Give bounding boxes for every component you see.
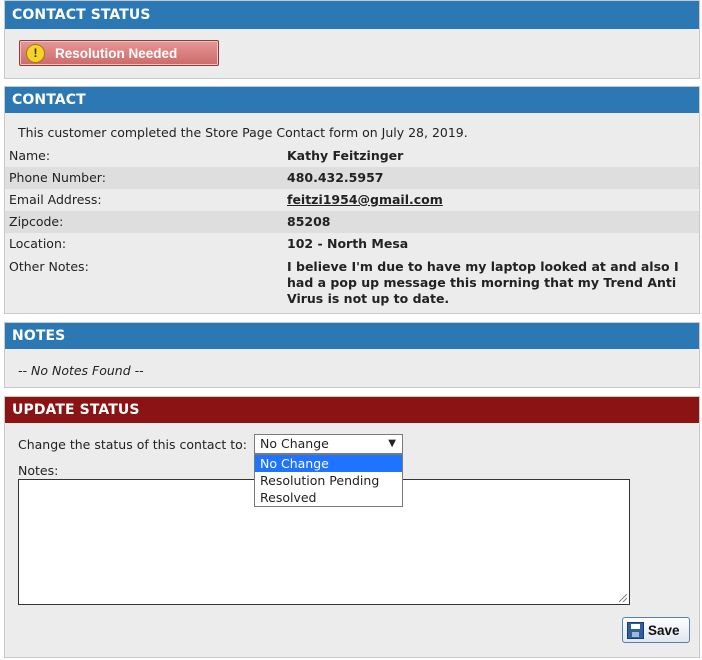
resize-grip-icon[interactable] bbox=[619, 594, 627, 602]
update-status-panel: UPDATE STATUS Change the status of this … bbox=[4, 396, 700, 658]
field-label: Zipcode: bbox=[9, 214, 64, 229]
change-status-label: Change the status of this contact to: bbox=[18, 437, 248, 452]
dropdown-arrow-icon: ▼ bbox=[388, 438, 396, 449]
save-label: Save bbox=[648, 622, 680, 638]
save-button[interactable]: Save bbox=[622, 617, 690, 643]
status-option-resolved[interactable]: Resolved bbox=[255, 489, 402, 506]
notes-panel: NOTES -- No Notes Found -- bbox=[4, 322, 700, 388]
contact-row-name: Name: Kathy Feitzinger bbox=[5, 145, 699, 167]
resolution-needed-button[interactable]: ! Resolution Needed bbox=[19, 40, 219, 66]
contact-intro: This customer completed the Store Page C… bbox=[18, 125, 468, 140]
no-notes-text: -- No Notes Found -- bbox=[18, 363, 144, 378]
email-link[interactable]: feitzi1954@gmail.com bbox=[287, 189, 443, 211]
field-label: Phone Number: bbox=[9, 170, 106, 185]
status-select[interactable]: No Change ▼ bbox=[254, 434, 403, 454]
notes-field-label: Notes: bbox=[18, 463, 59, 478]
contact-row-phone: Phone Number: 480.432.5957 bbox=[5, 167, 699, 189]
contact-row-email: Email Address: feitzi1954@gmail.com bbox=[5, 189, 699, 211]
contact-status-panel: CONTACT STATUS ! Resolution Needed bbox=[4, 0, 700, 79]
location-value: 102 - North Mesa bbox=[287, 236, 409, 251]
update-status-header: UPDATE STATUS bbox=[5, 397, 699, 423]
floppy-disk-icon bbox=[627, 621, 644, 639]
notes-header: NOTES bbox=[5, 323, 699, 349]
contact-header: CONTACT bbox=[5, 87, 699, 113]
status-option-resolution-pending[interactable]: Resolution Pending bbox=[255, 472, 402, 489]
other-notes-label: Other Notes: bbox=[9, 259, 89, 274]
field-label: Name: bbox=[9, 148, 51, 163]
phone-value: 480.432.5957 bbox=[287, 170, 384, 185]
status-option-no-change[interactable]: No Change bbox=[255, 455, 402, 472]
field-label: Email Address: bbox=[9, 192, 102, 207]
contact-panel: CONTACT This customer completed the Stor… bbox=[4, 86, 700, 314]
zipcode-value: 85208 bbox=[287, 214, 331, 229]
contact-row-location: Location: 102 - North Mesa bbox=[5, 233, 699, 255]
field-label: Location: bbox=[9, 236, 67, 251]
contact-row-zipcode: Zipcode: 85208 bbox=[5, 211, 699, 233]
contact-status-header: CONTACT STATUS bbox=[5, 1, 699, 29]
resolution-needed-label: Resolution Needed bbox=[55, 45, 178, 61]
other-notes-value: I believe I'm due to have my laptop look… bbox=[287, 259, 679, 306]
name-value: Kathy Feitzinger bbox=[287, 148, 404, 163]
warning-icon: ! bbox=[26, 43, 45, 63]
status-select-value: No Change bbox=[260, 436, 329, 451]
status-dropdown-list: No Change Resolution Pending Resolved bbox=[254, 454, 403, 507]
